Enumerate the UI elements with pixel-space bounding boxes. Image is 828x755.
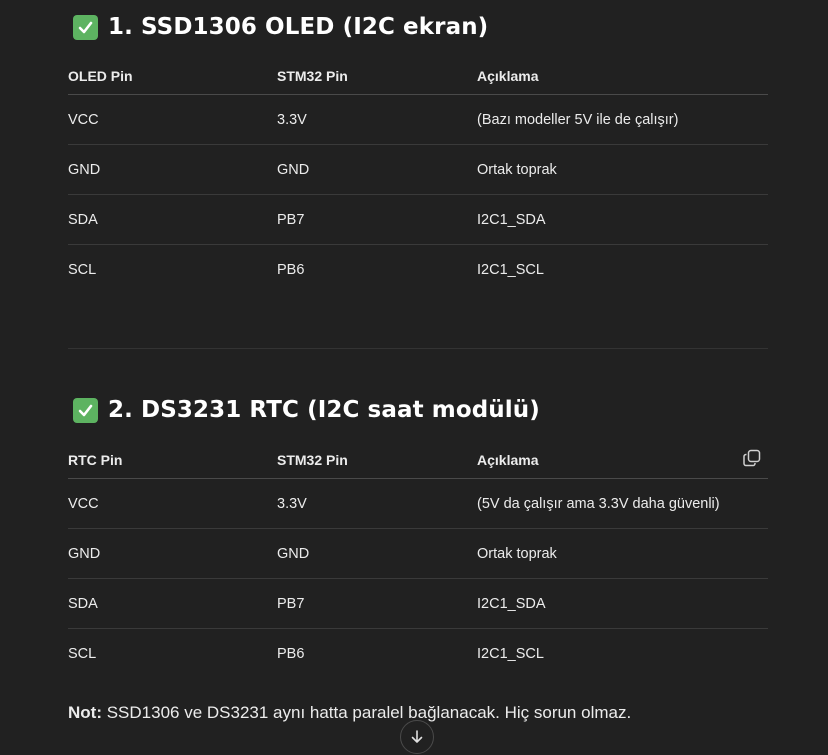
table-cell: GND [277,545,310,562]
table-cell: GND [68,161,101,178]
check-mark-icon [73,14,98,40]
section-1-title: 1. SSD1306 OLED (I2C ekran) [108,14,489,40]
table-cell: GND [277,161,310,178]
table-cell: 3.3V [277,111,307,128]
column-header: STM32 Pin [277,67,348,84]
section-2-heading: 2. DS3231 RTC (I2C saat modülü) [73,397,540,423]
chat-response: 1. SSD1306 OLED (I2C ekran) OLED Pin STM… [0,0,828,755]
section-divider [68,348,768,349]
table-row: VCC 3.3V (5V da çalışır ama 3.3V daha gü… [68,479,768,529]
note-label: Not: [68,703,102,722]
check-mark-icon [73,397,98,423]
table-cell: SCL [68,645,97,662]
table-cell: PB7 [277,595,305,612]
table-cell: (5V da çalışır ama 3.3V daha güvenli) [477,495,720,512]
table-cell: PB7 [277,211,305,228]
column-header: STM32 Pin [277,451,348,468]
table-row: GND GND Ortak toprak [68,145,768,195]
table-row: VCC 3.3V (Bazı modeller 5V ile de çalışı… [68,95,768,145]
table-cell: VCC [68,111,99,128]
table-cell: GND [68,545,101,562]
table-row: SCL PB6 I2C1_SCL [68,629,768,678]
table-row: SDA PB7 I2C1_SDA [68,579,768,629]
table-cell: SDA [68,595,98,612]
table-cell: Ortak toprak [477,161,557,178]
table-row: SCL PB6 I2C1_SCL [68,245,768,294]
column-header: OLED Pin [68,67,133,84]
table-cell: PB6 [277,645,305,662]
table-header-row: RTC Pin STM32 Pin Açıklama [68,441,768,479]
table-cell: Ortak toprak [477,545,557,562]
column-header: Açıklama [477,451,539,468]
table-row: SDA PB7 I2C1_SDA [68,195,768,245]
section-1-heading: 1. SSD1306 OLED (I2C ekran) [73,14,488,40]
column-header: Açıklama [477,67,539,84]
table-cell: I2C1_SDA [477,595,546,612]
column-header: RTC Pin [68,451,123,468]
table-cell: VCC [68,495,99,512]
note-paragraph: Not: SSD1306 ve DS3231 aynı hatta parale… [68,703,631,723]
table-cell: I2C1_SCL [477,261,544,278]
table-cell: SDA [68,211,98,228]
oled-pin-table: OLED Pin STM32 Pin Açıklama VCC 3.3V (Ba… [68,57,768,294]
table-cell: 3.3V [277,495,307,512]
table-row: GND GND Ortak toprak [68,529,768,579]
scroll-to-bottom-button[interactable] [400,720,434,754]
section-2-title: 2. DS3231 RTC (I2C saat modülü) [108,397,540,423]
rtc-pin-table: RTC Pin STM32 Pin Açıklama VCC 3.3V (5V … [68,441,768,678]
table-cell: I2C1_SCL [477,645,544,662]
table-cell: (Bazı modeller 5V ile de çalışır) [477,111,679,128]
note-text: SSD1306 ve DS3231 aynı hatta paralel bağ… [101,703,632,722]
table-cell: SCL [68,261,97,278]
table-cell: PB6 [277,261,305,278]
table-cell: I2C1_SDA [477,211,546,228]
table-header-row: OLED Pin STM32 Pin Açıklama [68,57,768,95]
arrow-down-icon [411,730,423,743]
